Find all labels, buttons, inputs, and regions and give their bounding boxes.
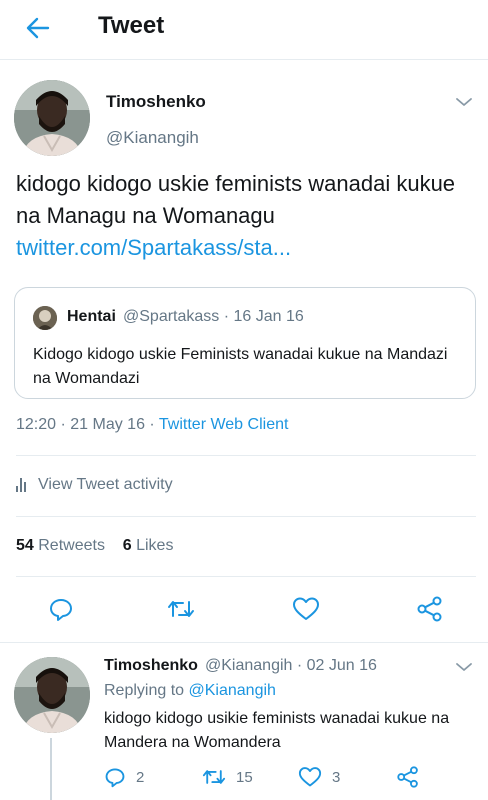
page-title: Tweet (98, 12, 165, 39)
author-handle[interactable]: @Kianangih (106, 128, 199, 148)
reply-icon (50, 599, 72, 621)
quote-avatar (33, 306, 57, 330)
tweet-stats: 54 Retweets 6 Likes (16, 537, 173, 555)
tweet-time: 12:20 · 21 May 16 · (16, 416, 159, 433)
quote-author-name: Hentai (67, 308, 116, 325)
tweet-actions (0, 592, 488, 632)
back-button[interactable] (22, 12, 54, 44)
retweet-icon (202, 770, 226, 784)
thread-line (50, 738, 52, 800)
share-icon (417, 596, 442, 622)
likes-label: Likes (136, 537, 174, 554)
share-button[interactable] (413, 592, 447, 626)
retweets-stat[interactable]: 54 Retweets (16, 537, 105, 554)
activity-label: View Tweet activity (38, 476, 173, 493)
like-button[interactable] (289, 592, 323, 626)
quote-meta: @Spartakass · 16 Jan 16 (123, 308, 304, 325)
share-icon (397, 766, 418, 788)
divider (0, 642, 488, 643)
quote-text: Kidogo kidogo uskie Feminists wanadai ku… (33, 346, 448, 387)
reply-like-button[interactable]: 3 (298, 766, 340, 788)
like-count: 3 (332, 768, 341, 786)
retweet-count: 15 (236, 768, 253, 786)
activity-icon (16, 478, 26, 492)
quoted-tweet[interactable]: Hentai @Spartakass · 16 Jan 16 Kidogo ki… (14, 287, 476, 399)
replying-to: Replying to @Kianangih (104, 682, 276, 700)
replying-to-handle[interactable]: @Kianangih (189, 682, 276, 699)
retweet-button[interactable] (164, 592, 198, 626)
reply-share-button[interactable] (396, 766, 420, 788)
reply-menu-button[interactable] (454, 657, 474, 677)
reply-count: 2 (136, 768, 145, 786)
chevron-down-icon (456, 98, 472, 106)
reply-reply-button[interactable]: 2 (104, 766, 144, 788)
reply-meta: @Kianangih · 02 Jun 16 (205, 657, 377, 674)
chevron-down-icon (456, 663, 472, 671)
reply-actions: 2 15 3 (100, 766, 480, 794)
like-icon (298, 767, 322, 787)
tweet-client-link[interactable]: Twitter Web Client (159, 416, 289, 433)
divider (16, 516, 476, 517)
reply-icon (105, 768, 125, 788)
tweet-body: kidogo kidogo uskie feminists wanadai ku… (16, 171, 456, 228)
reply-author-name[interactable]: Timoshenko (104, 657, 198, 675)
tweet-timestamp: 12:20 · 21 May 16 · Twitter Web Client (16, 416, 288, 434)
retweet-icon (168, 601, 194, 617)
divider (16, 455, 476, 456)
retweets-label: Retweets (38, 537, 105, 554)
reply-button[interactable] (44, 592, 78, 626)
reply-retweet-button[interactable]: 15 (202, 766, 253, 788)
reply-author-avatar[interactable] (14, 657, 90, 733)
tweet-menu-button[interactable] (454, 92, 474, 112)
likes-stat[interactable]: 6 Likes (123, 537, 174, 554)
retweets-count: 54 (16, 537, 34, 554)
reply-text: kidogo kidogo usikie feminists wanadai k… (104, 710, 450, 751)
likes-count: 6 (122, 537, 132, 554)
replying-to-label: Replying to (104, 682, 189, 699)
view-activity-button[interactable]: View Tweet activity (16, 476, 173, 494)
divider (16, 576, 476, 577)
top-bar: Tweet (0, 0, 488, 60)
back-arrow-icon (26, 17, 50, 39)
author-avatar[interactable] (14, 80, 90, 156)
like-icon (293, 597, 319, 620)
tweet-link[interactable]: twitter.com/Spartakass/sta... (16, 232, 476, 264)
tweet-text: kidogo kidogo uskie feminists wanadai ku… (16, 168, 476, 264)
author-name[interactable]: Timoshenko (106, 92, 206, 112)
